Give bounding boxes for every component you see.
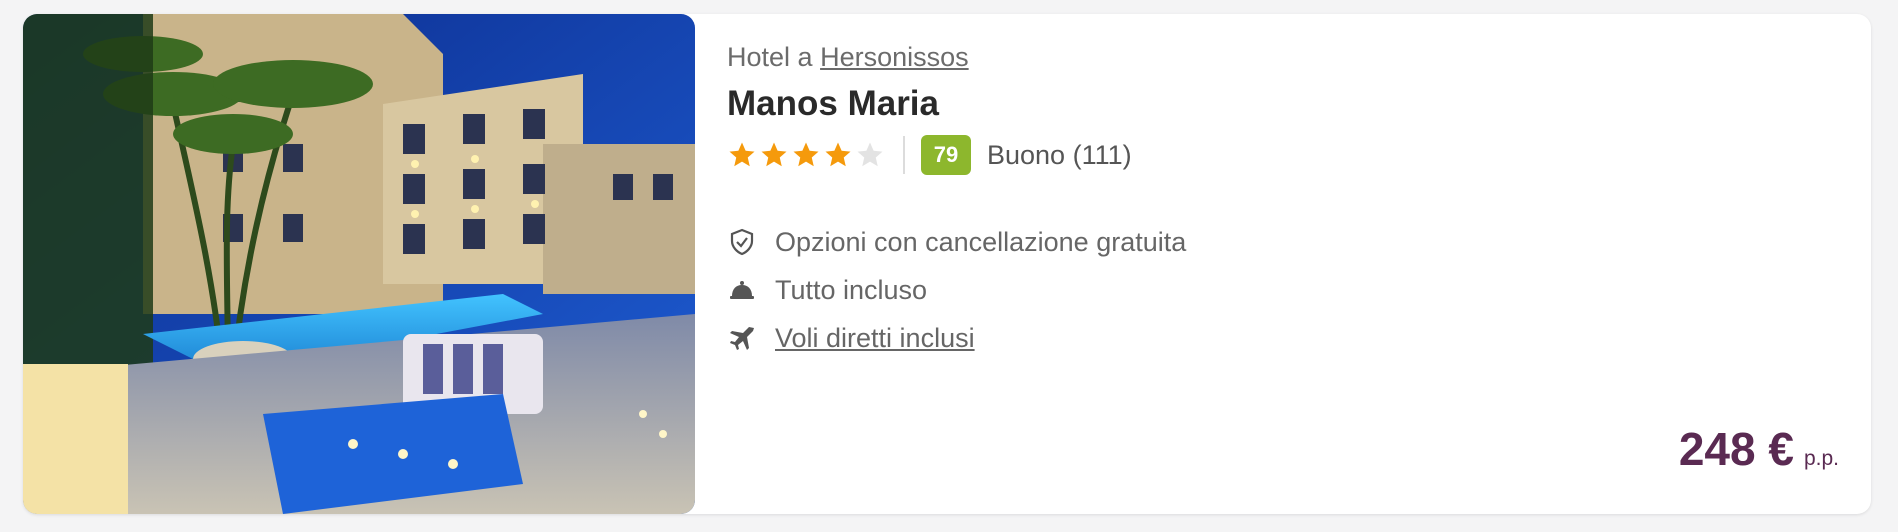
hotel-photo-image <box>23 14 695 514</box>
shield-check-icon <box>727 227 757 257</box>
review-score-label[interactable]: Buono (111) <box>987 140 1132 171</box>
hotel-info: Hotel a Hersonissos Manos Maria 79 Buono… <box>727 14 1871 514</box>
review-score-badge: 79 <box>921 135 971 175</box>
rating-divider <box>903 136 905 174</box>
location-link[interactable]: Hersonissos <box>820 42 969 72</box>
hotel-location: Hotel a Hersonissos <box>727 42 969 73</box>
star-filled-icon <box>823 140 853 170</box>
star-filled-icon <box>759 140 789 170</box>
feature-free-cancellation: Opzioni con cancellazione gratuita <box>727 218 1186 266</box>
price-amount: 248 € <box>1678 423 1794 475</box>
star-rating <box>727 140 885 170</box>
hotel-name[interactable]: Manos Maria <box>727 84 939 124</box>
feature-list: Opzioni con cancellazione gratuita Tutto… <box>727 218 1186 362</box>
hotel-photo[interactable] <box>23 14 695 514</box>
service-bell-icon <box>727 275 757 305</box>
location-prefix: Hotel a <box>727 42 813 72</box>
airplane-icon <box>727 323 757 353</box>
feature-all-inclusive: Tutto incluso <box>727 266 1186 314</box>
feature-direct-flights[interactable]: Voli diretti inclusi <box>727 314 1186 362</box>
star-filled-icon <box>727 140 757 170</box>
direct-flights-link[interactable]: Voli diretti inclusi <box>775 323 975 354</box>
star-empty-icon <box>855 140 885 170</box>
hotel-card[interactable]: Hotel a Hersonissos Manos Maria 79 Buono… <box>23 14 1871 514</box>
star-filled-icon <box>791 140 821 170</box>
rating-row: 79 Buono (111) <box>727 134 1132 176</box>
price-unit: p.p. <box>1803 447 1839 470</box>
feature-label: Tutto incluso <box>775 274 928 305</box>
feature-label: Opzioni con cancellazione gratuita <box>775 226 1187 257</box>
price[interactable]: 248 € p.p. <box>1679 422 1839 476</box>
